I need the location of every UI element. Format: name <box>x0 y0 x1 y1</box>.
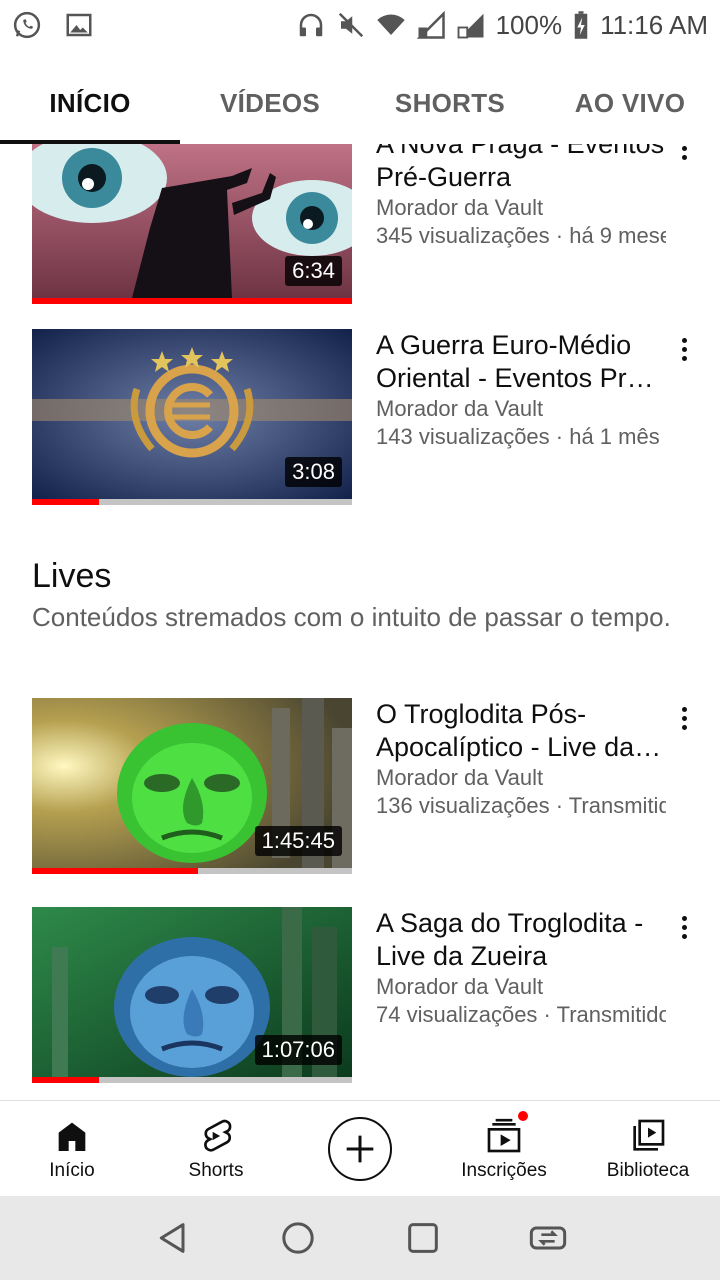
nav-label: Biblioteca <box>606 1159 690 1181</box>
switch-apps-icon[interactable] <box>528 1218 568 1258</box>
video-stats: 136 visualizações · Transmitido <box>376 793 666 818</box>
nav-library[interactable]: Biblioteca <box>576 1101 720 1196</box>
battery-charging-icon <box>572 10 590 40</box>
more-options-icon[interactable] <box>674 333 694 365</box>
video-meta[interactable]: A Nova Praga - Eventos Pré-Guerra Morado… <box>376 144 687 304</box>
watch-progress-fill <box>32 868 199 874</box>
image-icon <box>64 10 94 40</box>
system-navigation-bar <box>0 1196 720 1280</box>
video-stats: 74 visualizações · Transmitido <box>376 1002 666 1027</box>
video-thumbnail[interactable]: 6:34 <box>32 144 352 304</box>
video-item[interactable]: 6:34 A Nova Praga - Eventos Pré-Guerra M… <box>32 144 702 304</box>
signal-sim2-icon <box>456 10 486 40</box>
nav-label: Inscrições <box>461 1159 547 1181</box>
library-icon <box>633 1119 665 1151</box>
video-duration: 3:08 <box>285 457 342 487</box>
video-stats: 345 visualizações · há 9 meses <box>376 223 666 248</box>
section-title: Lives <box>32 557 112 595</box>
battery-percent: 100% <box>495 9 563 40</box>
watch-progress-fill <box>32 499 100 505</box>
video-duration: 1:07:06 <box>254 1035 342 1065</box>
video-thumbnail[interactable]: 1:45:45 <box>32 698 352 874</box>
tab-inicio[interactable]: INÍCIO <box>0 62 180 144</box>
bottom-navigation: Início Shorts Inscrições Biblioteca <box>0 1100 720 1196</box>
create-plus-icon <box>346 1135 374 1162</box>
video-duration: 6:34 <box>285 256 342 286</box>
nav-shorts[interactable]: Shorts <box>144 1101 288 1196</box>
video-meta[interactable]: A Saga do Troglodita - Live da Zueira Mo… <box>376 907 687 1083</box>
video-stats: 143 visualizações · há 1 mês <box>376 424 660 449</box>
watch-progress-fill <box>32 1077 100 1083</box>
recents-icon[interactable] <box>403 1218 443 1258</box>
nav-home[interactable]: Início <box>0 1101 144 1196</box>
status-bar: 100% 11:16 AM <box>0 0 720 50</box>
nav-label: Início <box>49 1159 95 1181</box>
video-thumbnail[interactable]: 3:08 <box>32 329 352 505</box>
clock: 11:16 AM <box>600 9 708 40</box>
more-options-icon[interactable] <box>674 911 694 943</box>
watch-progress <box>32 1077 352 1083</box>
more-options-icon[interactable] <box>674 144 694 164</box>
watch-progress <box>32 298 352 304</box>
video-channel: Morador da Vault <box>376 974 544 999</box>
channel-tabs: INÍCIO VÍDEOS SHORTS AO VIVO <box>0 62 720 144</box>
video-meta[interactable]: A Guerra Euro-Médio Oriental - Eventos P… <box>376 329 687 505</box>
video-channel: Morador da Vault <box>376 396 544 421</box>
video-channel: Morador da Vault <box>376 765 544 790</box>
nav-subscriptions[interactable]: Inscrições <box>432 1101 576 1196</box>
section-description: Conteúdos stremados com o intuito de pas… <box>32 602 671 632</box>
nav-label: Shorts <box>188 1159 244 1181</box>
tab-ao-vivo[interactable]: AO VIVO <box>540 62 720 144</box>
home-circle-icon[interactable] <box>278 1218 318 1258</box>
video-item[interactable]: 1:45:45 O Troglodita Pós-Apocalíptico - … <box>32 698 702 874</box>
shorts-icon <box>204 1119 232 1152</box>
more-options-icon[interactable] <box>674 702 694 734</box>
video-duration: 1:45:45 <box>254 826 342 856</box>
notification-dot <box>516 1109 530 1123</box>
create-button[interactable] <box>328 1116 392 1181</box>
nav-create[interactable] <box>288 1101 432 1196</box>
mute-icon <box>336 10 366 40</box>
video-channel: Morador da Vault <box>376 195 544 220</box>
watch-progress <box>32 499 352 505</box>
video-title[interactable]: A Guerra Euro-Médio Oriental - Eventos P… <box>376 329 666 395</box>
video-title[interactable]: A Nova Praga - Eventos Pré-Guerra <box>376 144 666 194</box>
tab-shorts[interactable]: SHORTS <box>360 62 540 144</box>
video-title[interactable]: O Troglodita Pós-Apocalíptico - Live da … <box>376 698 666 764</box>
headset-icon <box>296 10 326 40</box>
signal-sim1-icon <box>416 10 446 40</box>
wifi-icon <box>376 10 406 40</box>
watch-progress-fill <box>32 298 352 304</box>
section-header: Lives Conteúdos stremados com o intuito … <box>32 556 672 634</box>
video-item[interactable]: 1:07:06 A Saga do Troglodita - Live da Z… <box>32 907 702 1083</box>
video-title[interactable]: A Saga do Troglodita - Live da Zueira <box>376 907 666 973</box>
video-thumbnail[interactable]: 1:07:06 <box>32 907 352 1083</box>
video-item[interactable]: 3:08 A Guerra Euro-Médio Oriental - Even… <box>32 329 702 505</box>
tab-videos[interactable]: VÍDEOS <box>180 62 360 144</box>
video-meta[interactable]: O Troglodita Pós-Apocalíptico - Live da … <box>376 698 687 874</box>
whatsapp-icon <box>12 10 42 40</box>
back-icon[interactable] <box>153 1218 193 1258</box>
watch-progress <box>32 868 352 874</box>
channel-feed[interactable]: 6:34 A Nova Praga - Eventos Pré-Guerra M… <box>0 144 720 1102</box>
home-icon <box>58 1122 86 1151</box>
